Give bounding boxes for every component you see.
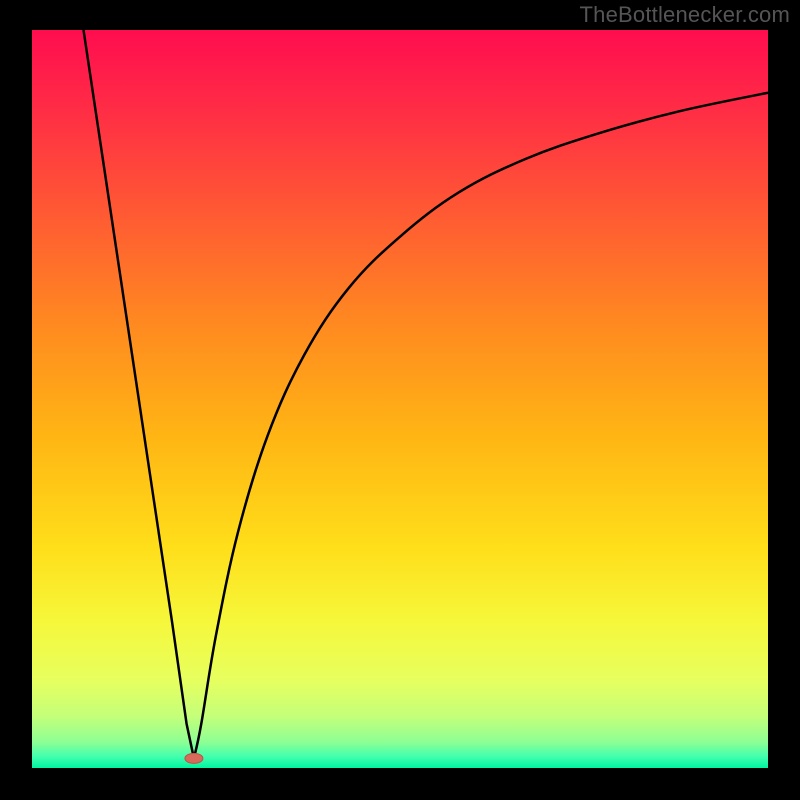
watermark-text: TheBottlenecker.com [580,2,790,28]
plot-area [32,30,768,768]
chart-svg [32,30,768,768]
gradient-background [32,30,768,768]
chart-frame: TheBottlenecker.com [0,0,800,800]
minimum-marker [185,753,203,763]
